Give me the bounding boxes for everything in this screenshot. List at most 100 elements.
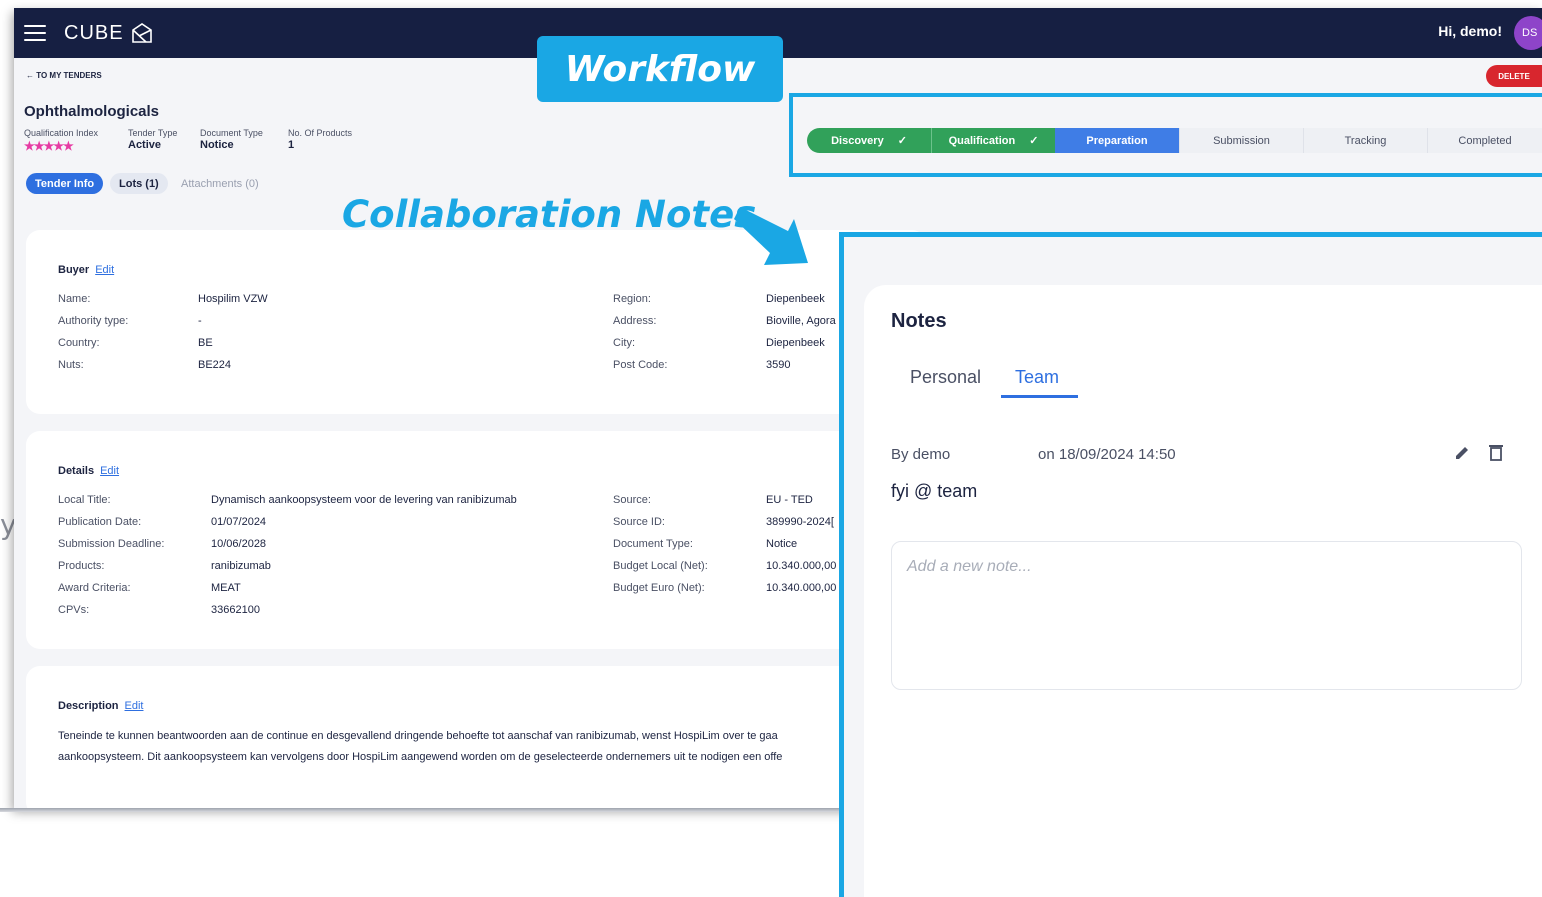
step-label: Tracking [1344, 134, 1387, 147]
field-label: Document Type: [613, 538, 693, 550]
active-tab-indicator [1001, 395, 1078, 398]
step-preparation[interactable]: Preparation [1055, 128, 1179, 153]
brand-name: CUBE [64, 21, 124, 44]
description-card: Description Edit Teneinde te kunnen beant… [26, 666, 926, 808]
meta-value: 1 [288, 139, 295, 151]
check-icon: ✓ [897, 135, 907, 147]
field-label: Budget Euro (Net): [613, 582, 705, 594]
edit-description-link[interactable]: Edit [125, 700, 144, 712]
field-value: 10.340.000,00 [766, 560, 837, 572]
tab-personal-notes[interactable]: Personal [910, 367, 981, 388]
details-heading: Details Edit [58, 465, 119, 477]
field-label: Submission Deadline: [58, 538, 165, 550]
number-of-products: No. Of Products 1 [288, 128, 352, 151]
field-label: Source ID: [613, 516, 665, 528]
field-label: CPVs: [58, 604, 90, 616]
note-text: fyi @ team [891, 481, 978, 501]
collaboration-notes-callout: Collaboration Notes [342, 193, 757, 236]
field-label: Products: [58, 560, 105, 572]
workflow-stepper: Discovery ✓ Qualification ✓ Preparation … [807, 128, 1542, 153]
field-value: 389990-2024[ [766, 516, 834, 528]
delete-button[interactable]: DELETE [1486, 65, 1542, 87]
section-title: Details [58, 465, 95, 477]
field-value: 10/06/2028 [211, 538, 267, 550]
user-avatar[interactable]: DS [1514, 16, 1542, 50]
step-label: Preparation [1086, 134, 1148, 147]
field-value: Diepenbeek [766, 337, 825, 349]
tab-team-notes[interactable]: Team [1015, 367, 1059, 388]
step-label: Discovery [831, 134, 884, 147]
field-value: 3590 [766, 359, 791, 371]
brand-logo[interactable]: CUBE [64, 22, 154, 45]
back-to-tenders-link[interactable]: ← TO MY TENDERS [26, 71, 102, 80]
step-tracking[interactable]: Tracking [1303, 128, 1427, 153]
note-author: By demo [891, 446, 951, 463]
callout-arrow-icon [734, 207, 808, 265]
field-value: 01/07/2024 [211, 516, 267, 528]
field-label: Country: [58, 337, 100, 349]
meta-label: Qualification Index [24, 128, 99, 138]
field-value: Hospilim VZW [198, 293, 268, 305]
field-value: Bioville, Agora [766, 315, 836, 327]
user-greeting: Hi, demo! [1438, 23, 1502, 39]
hamburger-menu-icon[interactable] [24, 25, 46, 41]
field-value: 10.340.000,00 [766, 582, 837, 594]
step-completed[interactable]: Completed [1427, 128, 1542, 153]
field-value: MEAT [211, 582, 241, 594]
field-value: EU - TED [766, 494, 813, 506]
buyer-heading: Buyer Edit [58, 264, 114, 276]
notes-title: Notes [891, 310, 947, 332]
tab-attachments[interactable]: Attachments (0) [172, 173, 268, 194]
field-label: Local Title: [58, 494, 111, 506]
field-label: Publication Date: [58, 516, 142, 528]
edit-buyer-link[interactable]: Edit [95, 264, 114, 276]
rating-stars: ★★★★★ [24, 139, 74, 153]
field-label: Address: [613, 315, 657, 327]
screenshot-stage: y CUBE Hi, demo! DS ← TO MY TENDERS DELE… [0, 0, 1542, 897]
step-label: Qualification [948, 134, 1016, 147]
field-value: BE [198, 337, 213, 349]
step-submission[interactable]: Submission [1179, 128, 1303, 153]
section-title: Buyer [58, 264, 90, 276]
page-title: Ophthalmologicals [24, 103, 160, 120]
meta-value: Active [128, 139, 162, 151]
field-label: Post Code: [613, 359, 668, 371]
document-type: Document Type Notice [200, 128, 263, 151]
workflow-callout: Workflow [537, 36, 783, 102]
description-text: Teneinde te kunnen beantwoorden aan de c… [58, 730, 778, 742]
meta-label: Document Type [200, 128, 263, 138]
note-timestamp: on 18/09/2024 14:50 [1038, 446, 1176, 463]
description-heading: Description Edit [58, 700, 143, 712]
details-card: Details Edit Local Title: Dynamisch aanko… [26, 431, 926, 649]
field-value: Notice [766, 538, 798, 550]
new-note-input[interactable] [891, 541, 1522, 690]
field-label: Budget Local (Net): [613, 560, 708, 572]
field-label: Nuts: [58, 359, 84, 371]
field-value: Diepenbeek [766, 293, 825, 305]
cube-logo-icon [131, 23, 152, 43]
tab-tender-info[interactable]: Tender Info [26, 173, 104, 194]
meta-label: Tender Type [128, 128, 178, 138]
field-label: Source: [613, 494, 651, 506]
field-value: 33662100 [211, 604, 260, 616]
description-text: aankoopsysteem. Dit aankoopsysteem kan v… [58, 751, 783, 763]
field-label: Name: [58, 293, 91, 305]
tender-type: Tender Type Active [128, 128, 177, 151]
step-discovery[interactable]: Discovery ✓ [807, 128, 931, 153]
field-label: Region: [613, 293, 651, 305]
qualification-index: Qualification Index ★★★★★ [24, 128, 98, 153]
field-label: City: [613, 337, 635, 349]
meta-value: Notice [200, 139, 234, 151]
meta-label: No. Of Products [288, 128, 353, 138]
step-label: Completed [1458, 134, 1512, 147]
check-icon: ✓ [1029, 135, 1039, 147]
field-label: Award Criteria: [58, 582, 131, 594]
tab-lots[interactable]: Lots (1) [110, 173, 168, 194]
step-qualification[interactable]: Qualification ✓ [931, 128, 1055, 153]
field-value: Dynamisch aankoopsysteem voor de leverin… [211, 494, 517, 506]
field-value: ranibizumab [211, 560, 271, 572]
trash-icon[interactable] [1488, 443, 1504, 461]
section-title: Description [58, 700, 119, 712]
edit-details-link[interactable]: Edit [100, 465, 119, 477]
pencil-icon[interactable] [1453, 444, 1471, 462]
